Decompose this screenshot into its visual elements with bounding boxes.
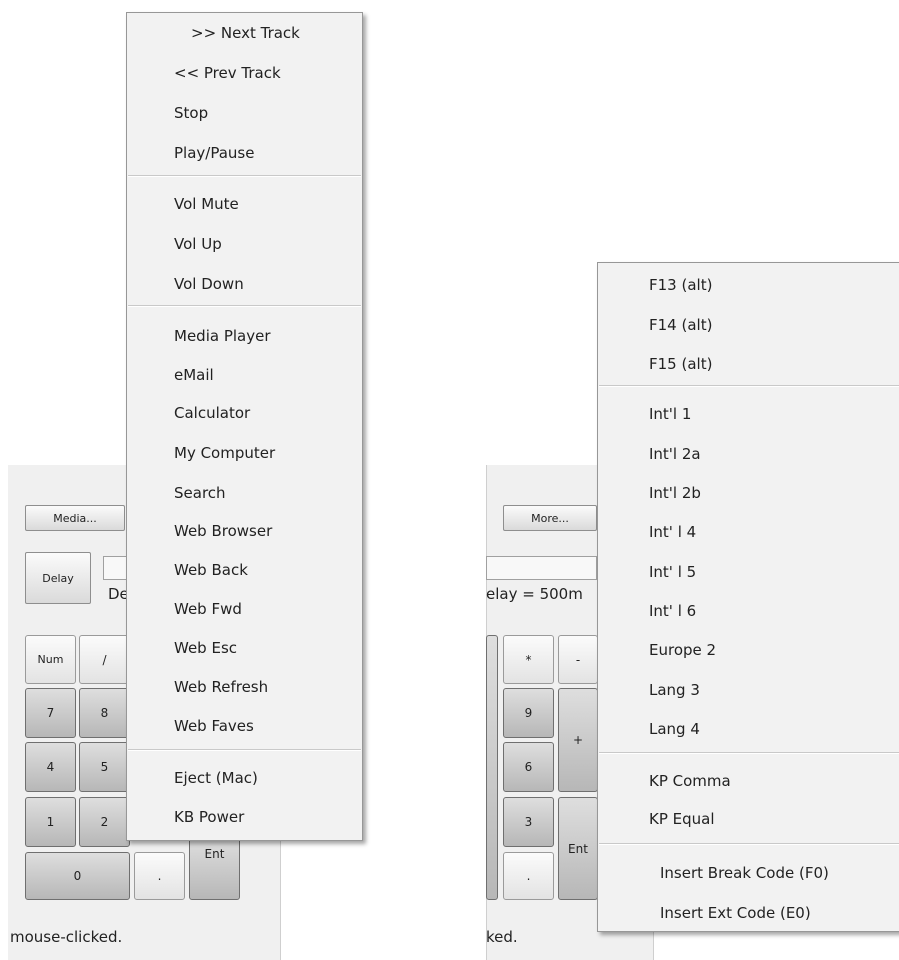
menu-item-vol-up[interactable]: Vol Up: [174, 234, 222, 254]
menu-separator: [128, 749, 361, 751]
key-enter-right[interactable]: Ent: [558, 797, 598, 900]
menu-item-intl-6[interactable]: Int' l 6: [649, 601, 696, 621]
menu-item-play-pause[interactable]: Play/Pause: [174, 143, 254, 163]
status-text-left: mouse-clicked.: [10, 928, 123, 946]
menu-separator: [128, 175, 361, 177]
menu-item-f13-alt[interactable]: F13 (alt): [649, 275, 712, 295]
delay-button[interactable]: Delay: [25, 552, 91, 604]
menu-separator: [599, 843, 899, 845]
key-plus[interactable]: +: [558, 688, 598, 792]
menu-item-vol-mute[interactable]: Vol Mute: [174, 194, 239, 214]
key-2[interactable]: 2: [79, 797, 130, 847]
more-menu: F13 (alt) F14 (alt) F15 (alt) Int'l 1 In…: [597, 262, 899, 932]
menu-item-kp-equal[interactable]: KP Equal: [649, 809, 715, 829]
menu-separator: [599, 752, 899, 754]
menu-item-intl-1[interactable]: Int'l 1: [649, 404, 691, 424]
key-star[interactable]: *: [503, 635, 554, 684]
menu-separator: [599, 385, 899, 387]
status-text-right: ked.: [486, 928, 518, 946]
menu-item-media-player[interactable]: Media Player: [174, 326, 271, 346]
menu-item-web-esc[interactable]: Web Esc: [174, 638, 237, 658]
menu-item-intl-5[interactable]: Int' l 5: [649, 562, 696, 582]
menu-item-web-faves[interactable]: Web Faves: [174, 716, 254, 736]
menu-item-email[interactable]: eMail: [174, 365, 214, 385]
menu-item-next-track[interactable]: >> Next Track: [191, 23, 300, 43]
menu-item-insert-break-code[interactable]: Insert Break Code (F0): [660, 863, 829, 883]
delay-input-right[interactable]: [486, 556, 597, 580]
key-6[interactable]: 6: [503, 742, 554, 792]
menu-item-lang-3[interactable]: Lang 3: [649, 680, 700, 700]
key-dot[interactable]: .: [134, 852, 185, 900]
menu-item-insert-ext-code[interactable]: Insert Ext Code (E0): [660, 903, 811, 923]
delay-label-right: elay = 500m: [486, 585, 583, 603]
key-slash[interactable]: /: [79, 635, 130, 684]
menu-item-europe-2[interactable]: Europe 2: [649, 640, 716, 660]
media-menu: >> Next Track << Prev Track Stop Play/Pa…: [126, 12, 363, 841]
key-7[interactable]: 7: [25, 688, 76, 738]
menu-item-search[interactable]: Search: [174, 483, 226, 503]
more-button[interactable]: More...: [503, 505, 597, 531]
menu-item-f14-alt[interactable]: F14 (alt): [649, 315, 712, 335]
menu-item-web-back[interactable]: Web Back: [174, 560, 248, 580]
menu-item-calculator[interactable]: Calculator: [174, 403, 250, 423]
menu-item-intl-2b[interactable]: Int'l 2b: [649, 483, 701, 503]
key-5[interactable]: 5: [79, 742, 130, 792]
key-dot-right[interactable]: .: [503, 852, 554, 900]
key-0[interactable]: 0: [25, 852, 130, 900]
menu-item-vol-down[interactable]: Vol Down: [174, 274, 244, 294]
key-partial-left[interactable]: [486, 635, 498, 900]
menu-item-eject-mac[interactable]: Eject (Mac): [174, 768, 258, 788]
menu-item-intl-2a[interactable]: Int'l 2a: [649, 444, 701, 464]
menu-item-intl-4[interactable]: Int' l 4: [649, 522, 696, 542]
menu-item-prev-track[interactable]: << Prev Track: [174, 63, 281, 83]
menu-item-web-fwd[interactable]: Web Fwd: [174, 599, 242, 619]
menu-separator: [128, 305, 361, 307]
key-num[interactable]: Num: [25, 635, 76, 684]
menu-item-stop[interactable]: Stop: [174, 103, 208, 123]
media-button[interactable]: Media...: [25, 505, 125, 531]
menu-item-web-browser[interactable]: Web Browser: [174, 521, 272, 541]
key-1[interactable]: 1: [25, 797, 76, 847]
menu-item-f15-alt[interactable]: F15 (alt): [649, 354, 712, 374]
menu-item-lang-4[interactable]: Lang 4: [649, 719, 700, 739]
menu-item-kb-power[interactable]: KB Power: [174, 807, 244, 827]
key-9[interactable]: 9: [503, 688, 554, 738]
menu-item-kp-comma[interactable]: KP Comma: [649, 771, 731, 791]
menu-item-web-refresh[interactable]: Web Refresh: [174, 677, 268, 697]
key-minus[interactable]: -: [558, 635, 598, 684]
menu-item-my-computer[interactable]: My Computer: [174, 443, 275, 463]
key-4[interactable]: 4: [25, 742, 76, 792]
key-3[interactable]: 3: [503, 797, 554, 847]
key-enter[interactable]: Ent: [189, 838, 240, 900]
key-8[interactable]: 8: [79, 688, 130, 738]
